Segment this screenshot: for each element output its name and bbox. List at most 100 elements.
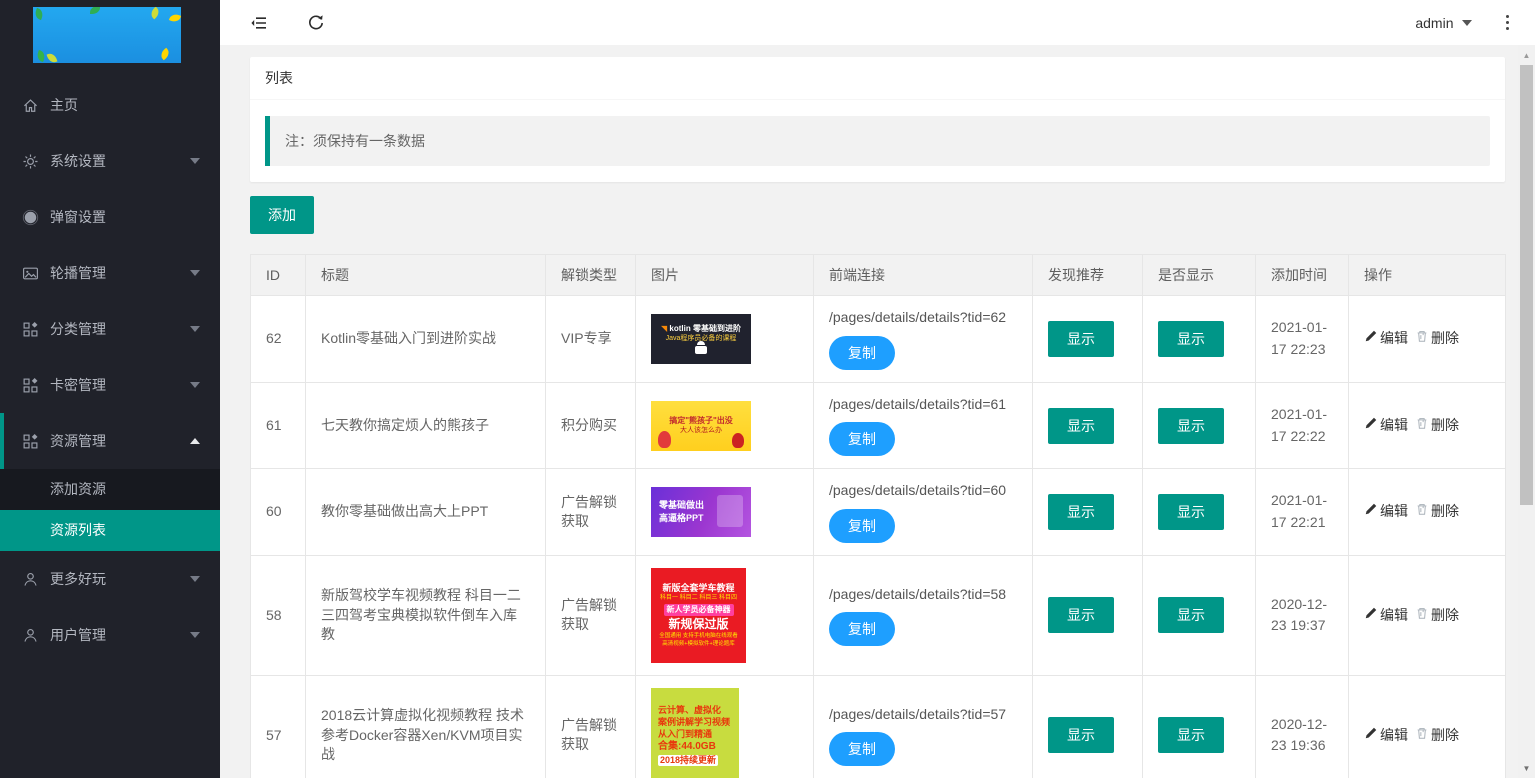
chevron-down-icon bbox=[190, 270, 200, 276]
grid-icon bbox=[22, 321, 39, 338]
scroll-down-icon[interactable]: ▼ bbox=[1518, 760, 1535, 776]
kotlin-course-cover: kotlin 零基础到进阶Java程序员必备的课程 bbox=[651, 314, 751, 364]
column-header: 前端连接 bbox=[814, 255, 1033, 296]
display-show-button[interactable]: 显示 bbox=[1158, 321, 1224, 357]
added-time-cell: 2021-01-17 22:23 bbox=[1256, 296, 1349, 383]
page-title: 列表 bbox=[250, 57, 1505, 100]
user-menu[interactable]: admin bbox=[1415, 15, 1471, 31]
sidebar: 主页系统设置弹窗设置轮播管理分类管理卡密管理资源管理添加资源资源列表更多好玩用户… bbox=[0, 0, 220, 778]
table-header-row: ID标题解锁类型图片前端连接发现推荐是否显示添加时间操作 bbox=[251, 255, 1506, 296]
scrollbar-thumb[interactable] bbox=[1520, 65, 1533, 505]
sidebar-item-1[interactable]: 系统设置 bbox=[0, 133, 220, 189]
scroll-up-icon[interactable]: ▲ bbox=[1518, 47, 1535, 63]
chevron-down-icon bbox=[190, 632, 200, 638]
frontend-link-cell: /pages/details/details?tid=62 复制 bbox=[814, 296, 1033, 383]
gear-icon bbox=[22, 153, 39, 170]
feature-recommend-cell: 显示 bbox=[1033, 382, 1143, 469]
display-show-button[interactable]: 显示 bbox=[1158, 494, 1224, 530]
sidebar-item-8[interactable]: 用户管理 bbox=[0, 607, 220, 663]
feature-show-button[interactable]: 显示 bbox=[1048, 408, 1114, 444]
row-title-cell: Kotlin零基础入门到进阶实战 bbox=[306, 296, 546, 383]
delete-button[interactable]: 删除 bbox=[1415, 329, 1459, 349]
sidebar-item-4[interactable]: 分类管理 bbox=[0, 301, 220, 357]
feature-show-button[interactable]: 显示 bbox=[1048, 597, 1114, 633]
trash-icon bbox=[1415, 416, 1431, 436]
column-header: ID bbox=[251, 255, 306, 296]
delete-button[interactable]: 删除 bbox=[1415, 416, 1459, 436]
sidebar-item-7[interactable]: 更多好玩 bbox=[0, 551, 220, 607]
edit-button[interactable]: 编辑 bbox=[1364, 502, 1408, 522]
sidebar-item-3[interactable]: 轮播管理 bbox=[0, 245, 220, 301]
frontend-link: /pages/details/details?tid=57 bbox=[829, 705, 1017, 725]
edit-button[interactable]: 编辑 bbox=[1364, 329, 1408, 349]
sidebar-item-6[interactable]: 资源管理 bbox=[0, 413, 220, 469]
sidebar-item-0[interactable]: 主页 bbox=[0, 77, 220, 133]
copy-button[interactable]: 复制 bbox=[829, 509, 895, 543]
collapse-sidebar-icon[interactable] bbox=[250, 14, 268, 32]
submenu-item-0[interactable]: 添加资源 bbox=[0, 469, 220, 510]
column-header: 发现推荐 bbox=[1033, 255, 1143, 296]
sidebar-item-label: 主页 bbox=[50, 95, 78, 115]
feature-recommend-cell: 显示 bbox=[1033, 469, 1143, 556]
vertical-scrollbar[interactable]: ▲ ▼ bbox=[1518, 45, 1535, 778]
row-title-cell: 七天教你搞定烦人的熊孩子 bbox=[306, 382, 546, 469]
driving-course-cover: 新版全套学车教程科目一 科目二 科目三 科目四新人学员必备神器新规保过版全国通用… bbox=[651, 568, 746, 663]
more-options-icon[interactable] bbox=[1502, 13, 1514, 33]
edit-button[interactable]: 编辑 bbox=[1364, 726, 1408, 746]
pencil-icon bbox=[1364, 329, 1380, 349]
feature-show-button[interactable]: 显示 bbox=[1048, 717, 1114, 753]
trash-icon bbox=[1415, 606, 1431, 626]
image-cell: 新版全套学车教程科目一 科目二 科目三 科目四新人学员必备神器新规保过版全国通用… bbox=[636, 555, 814, 675]
edit-button[interactable]: 编辑 bbox=[1364, 416, 1408, 436]
pencil-icon bbox=[1364, 502, 1380, 522]
image-cell: kotlin 零基础到进阶Java程序员必备的课程 bbox=[636, 296, 814, 383]
sidebar-item-2[interactable]: 弹窗设置 bbox=[0, 189, 220, 245]
row-title-cell: 教你零基础做出高大上PPT bbox=[306, 469, 546, 556]
copy-button[interactable]: 复制 bbox=[829, 612, 895, 646]
delete-button[interactable]: 删除 bbox=[1415, 502, 1459, 522]
row-id-cell: 58 bbox=[251, 555, 306, 675]
feature-show-button[interactable]: 显示 bbox=[1048, 494, 1114, 530]
username: admin bbox=[1415, 15, 1453, 31]
trash-icon bbox=[1415, 329, 1431, 349]
copy-button[interactable]: 复制 bbox=[829, 336, 895, 370]
row-title-cell: 新版驾校学车视频教程 科目一二三四驾考宝典模拟软件倒车入库教 bbox=[306, 555, 546, 675]
chevron-down-icon bbox=[1462, 20, 1472, 26]
row-id-cell: 57 bbox=[251, 675, 306, 778]
edit-button[interactable]: 编辑 bbox=[1364, 606, 1408, 626]
delete-button[interactable]: 删除 bbox=[1415, 726, 1459, 746]
feature-show-button[interactable]: 显示 bbox=[1048, 321, 1114, 357]
refresh-icon[interactable] bbox=[307, 14, 325, 32]
image-icon bbox=[22, 265, 39, 282]
chevron-up-icon bbox=[190, 438, 200, 444]
resource-table: ID标题解锁类型图片前端连接发现推荐是否显示添加时间操作 62Kotlin零基础… bbox=[250, 254, 1505, 778]
frontend-link-cell: /pages/details/details?tid=60复制 bbox=[814, 469, 1033, 556]
sidebar-item-5[interactable]: 卡密管理 bbox=[0, 357, 220, 413]
copy-button[interactable]: 复制 bbox=[829, 422, 895, 456]
feature-recommend-cell: 显示 bbox=[1033, 675, 1143, 778]
pencil-icon bbox=[1364, 606, 1380, 626]
column-header: 是否显示 bbox=[1143, 255, 1256, 296]
delete-button[interactable]: 删除 bbox=[1415, 606, 1459, 626]
frontend-link-cell: /pages/details/details?tid=58复制 bbox=[814, 555, 1033, 675]
table-row: 58新版驾校学车视频教程 科目一二三四驾考宝典模拟软件倒车入库教广告解锁获取新版… bbox=[251, 555, 1506, 675]
unlock-type-cell: 广告解锁获取 bbox=[546, 469, 636, 556]
sidebar-menu: 主页系统设置弹窗设置轮播管理分类管理卡密管理资源管理添加资源资源列表更多好玩用户… bbox=[0, 77, 220, 663]
display-show-button[interactable]: 显示 bbox=[1158, 408, 1224, 444]
chevron-down-icon bbox=[190, 382, 200, 388]
sidebar-item-label: 卡密管理 bbox=[50, 375, 106, 395]
add-button[interactable]: 添加 bbox=[250, 196, 314, 234]
copy-button[interactable]: 复制 bbox=[829, 732, 895, 766]
image-cell: 搞定"熊孩子"出没大人该怎么办 bbox=[636, 382, 814, 469]
app-logo bbox=[33, 7, 181, 63]
display-toggle-cell: 显示 bbox=[1143, 555, 1256, 675]
chevron-down-icon bbox=[190, 576, 200, 582]
table-row: 61七天教你搞定烦人的熊孩子积分购买搞定"熊孩子"出没大人该怎么办/pages/… bbox=[251, 382, 1506, 469]
cloud-course-cover: 云计算、虚拟化案例讲解学习视频从入门到精通合集:44.0GB2018持续更新 bbox=[651, 688, 739, 778]
chevron-down-icon bbox=[190, 326, 200, 332]
frontend-link: /pages/details/details?tid=62 bbox=[829, 308, 1017, 328]
submenu-item-1[interactable]: 资源列表 bbox=[0, 510, 220, 551]
display-show-button[interactable]: 显示 bbox=[1158, 717, 1224, 753]
sidebar-item-label: 更多好玩 bbox=[50, 569, 106, 589]
display-show-button[interactable]: 显示 bbox=[1158, 597, 1224, 633]
